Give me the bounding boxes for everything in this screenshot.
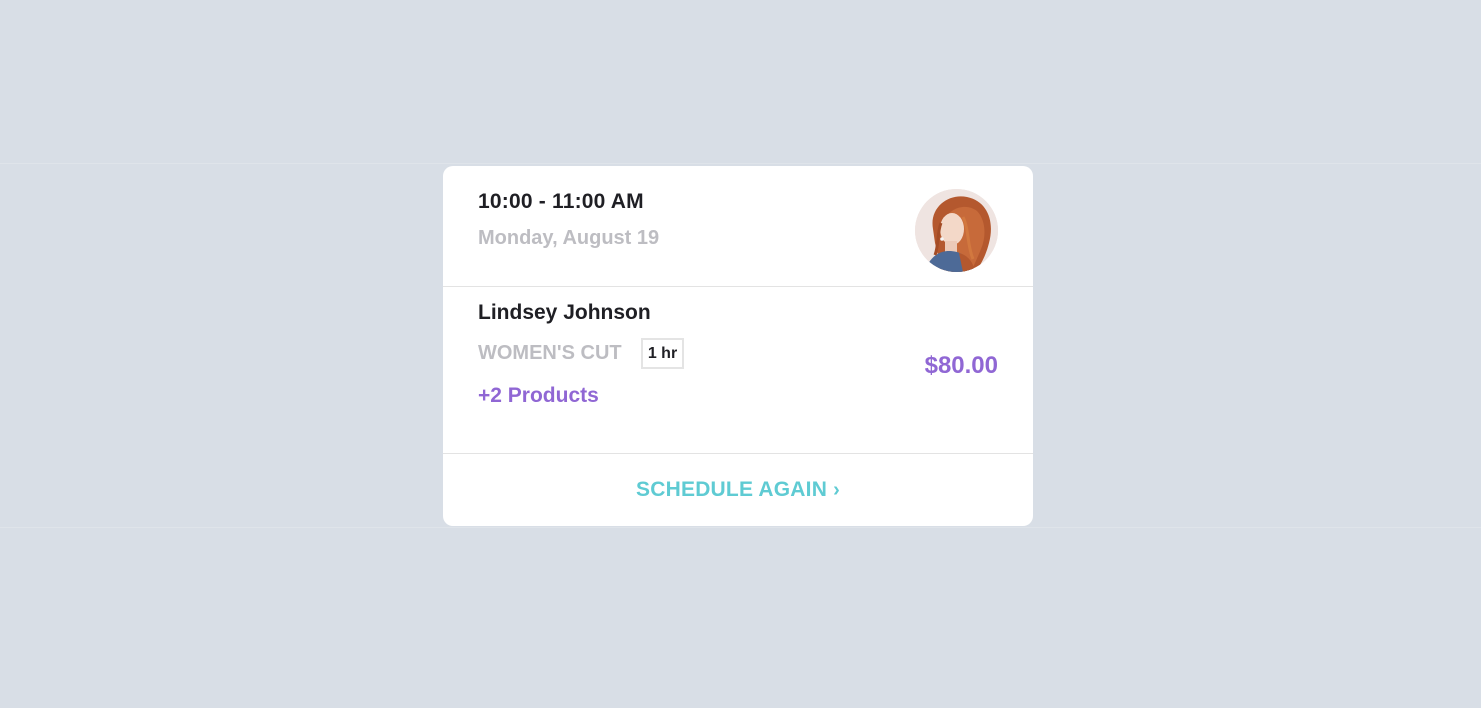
price-label: $80.00 <box>924 352 998 379</box>
appointment-date: Monday, August 19 <box>478 227 660 249</box>
products-link[interactable]: +2 Products <box>478 384 599 408</box>
service-name: WOMEN'S CUT <box>478 342 622 364</box>
avatar-image <box>915 189 998 272</box>
chevron-right-icon: › <box>833 479 840 501</box>
client-name: Lindsey Johnson <box>478 301 651 324</box>
appointment-details: Lindsey Johnson WOMEN'S CUT 1 hr +2 Prod… <box>443 287 1033 454</box>
duration-badge: 1 hr <box>641 338 684 369</box>
schedule-again-label: SCHEDULE AGAIN <box>636 478 828 501</box>
appointment-header: 10:00 - 11:00 AM Monday, August 19 <box>443 166 1033 287</box>
appointment-time: 10:00 - 11:00 AM <box>478 190 644 213</box>
schedule-again-button[interactable]: SCHEDULE AGAIN › <box>636 478 840 502</box>
card-footer: SCHEDULE AGAIN › <box>443 454 1033 526</box>
client-avatar <box>915 189 998 272</box>
appointment-card: 10:00 - 11:00 AM Monday, August 19 Linds… <box>443 166 1033 526</box>
